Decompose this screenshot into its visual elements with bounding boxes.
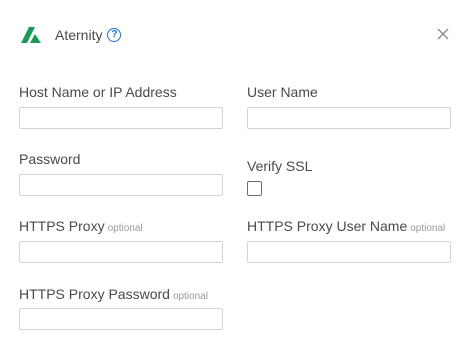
password-label: Password (19, 151, 81, 167)
help-icon[interactable]: ? (107, 28, 122, 42)
https-proxy-label-text: HTTPS Proxy (19, 218, 105, 234)
close-icon[interactable] (436, 27, 450, 41)
user-name-field: User Name (247, 83, 451, 129)
https-proxy-user-optional-hint: optional (410, 223, 446, 234)
https-proxy-optional-hint: optional (107, 223, 143, 234)
aternity-logo-icon (21, 27, 41, 43)
https-proxy-user-label-text: HTTPS Proxy User Name (247, 218, 408, 234)
host-input[interactable] (19, 107, 223, 129)
https-proxy-password-optional-hint: optional (172, 291, 208, 302)
https-proxy-user-label: HTTPS Proxy User Name optional (247, 217, 451, 235)
https-proxy-field: HTTPS Proxy optional (19, 217, 223, 263)
password-field: Password (19, 150, 223, 196)
verify-ssl-label: Verify SSL (247, 158, 313, 174)
host-field: Host Name or IP Address (19, 83, 223, 129)
user-name-label: User Name (247, 84, 318, 100)
dialog-header: Aternity ? (19, 25, 122, 45)
user-name-input[interactable] (247, 107, 451, 129)
https-proxy-label: HTTPS Proxy optional (19, 217, 223, 235)
password-input[interactable] (19, 174, 223, 196)
verify-ssl-checkbox[interactable] (247, 181, 262, 196)
https-proxy-password-label: HTTPS Proxy Password optional (19, 285, 223, 303)
https-proxy-user-field: HTTPS Proxy User Name optional (247, 217, 451, 263)
host-label: Host Name or IP Address (19, 84, 177, 100)
verify-ssl-field: Verify SSL (247, 157, 451, 196)
https-proxy-password-field: HTTPS Proxy Password optional (19, 285, 223, 330)
https-proxy-password-label-text: HTTPS Proxy Password (19, 286, 170, 302)
https-proxy-user-input[interactable] (247, 241, 451, 263)
https-proxy-password-input[interactable] (19, 308, 223, 330)
dialog-title: Aternity (55, 27, 103, 43)
https-proxy-input[interactable] (19, 241, 223, 263)
